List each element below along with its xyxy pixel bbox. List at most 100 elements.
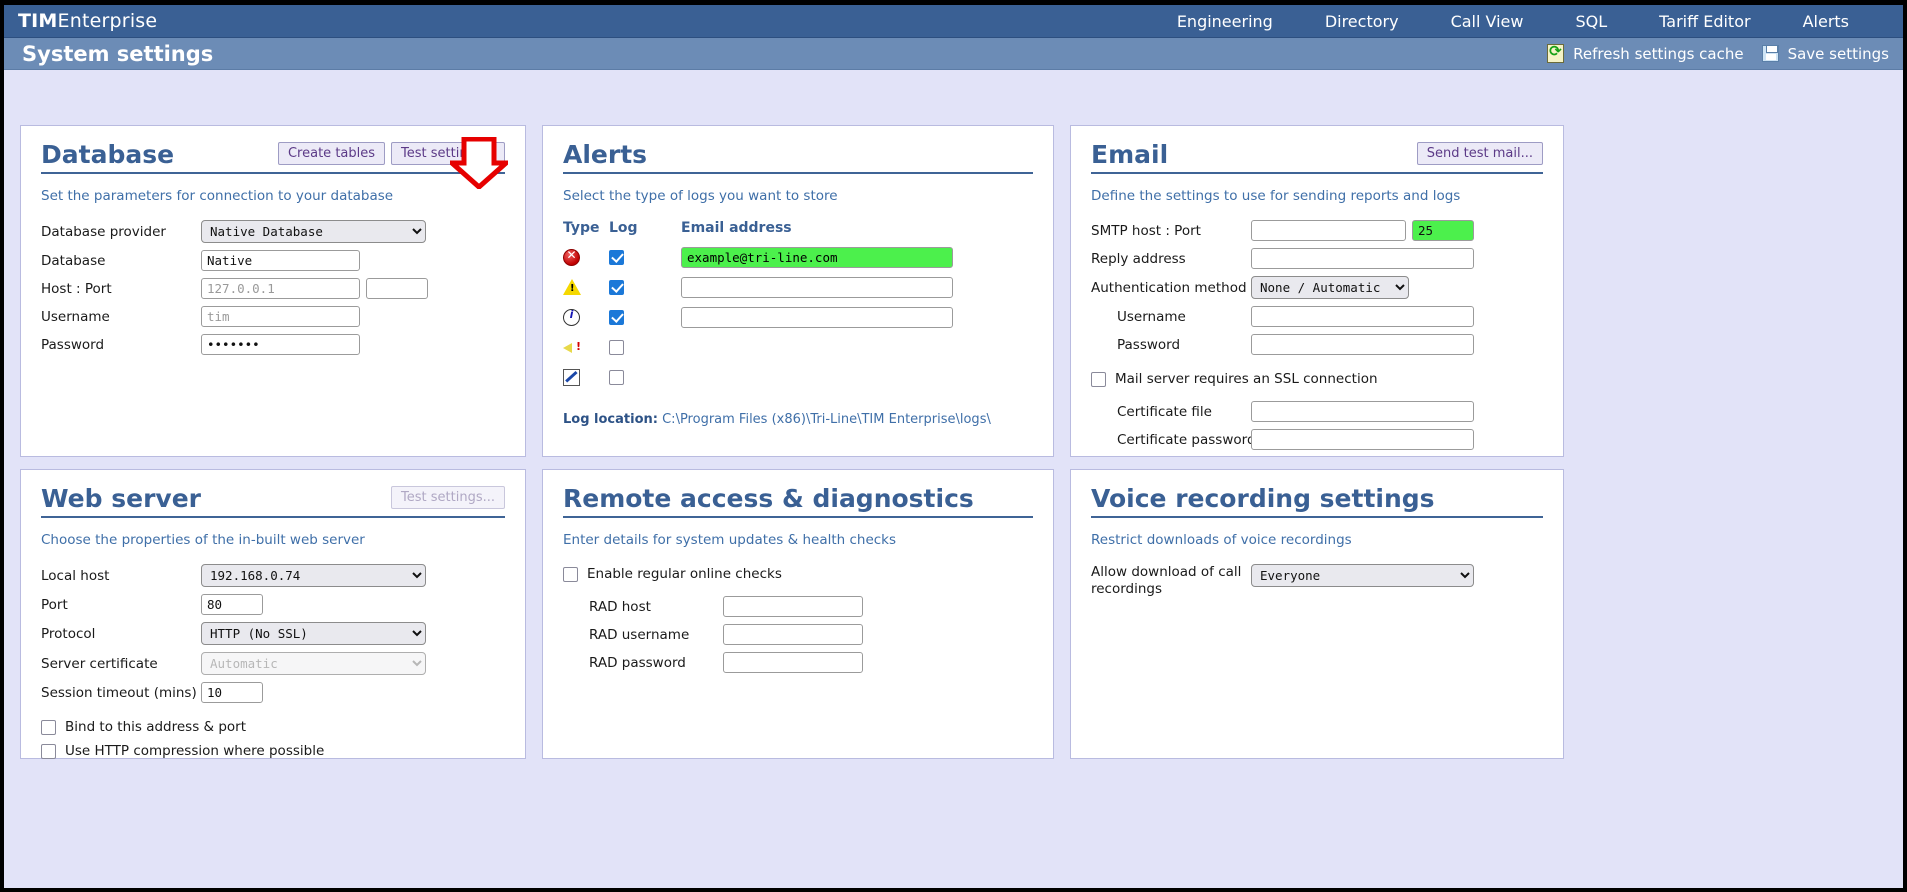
settings-column-left: Database Create tables Test settings... … [12,125,534,771]
remote-access-panel-title: Remote access & diagnostics [563,484,974,513]
database-hostport-row: Host : Port [41,278,505,300]
alerts-email-input-warning[interactable] [681,276,953,298]
database-host-input[interactable] [201,278,360,300]
certificate-file-row: Certificate file [1091,401,1543,423]
voice-recording-panel-subtitle: Restrict downloads of voice recordings [1091,532,1352,549]
database-password-input[interactable] [201,334,360,356]
web-bind-row[interactable]: Bind to this address & port [41,719,505,735]
email-username-input[interactable] [1251,306,1474,328]
remote-access-panel-subtitle: Enter details for system updates & healt… [563,532,897,549]
remote-enable-row[interactable]: Enable regular online checks [563,566,1033,582]
email-ssl-checkbox[interactable] [1091,371,1106,387]
rad-username-input[interactable] [723,624,863,646]
sound-alert-icon [563,339,581,356]
reply-address-input[interactable] [1251,248,1474,270]
database-name-input[interactable] [201,250,360,272]
remote-access-panel-header: Remote access & diagnostics [563,484,1033,519]
email-username-label: Username [1117,308,1186,325]
auth-method-select[interactable]: None / Automatic [1251,276,1409,300]
database-username-label: Username [41,308,110,325]
web-local-host-row: Local host 192.168.0.74 [41,564,505,588]
database-username-row: Username [41,306,505,328]
certificate-password-input[interactable] [1251,429,1474,451]
brand-light-text: Enterprise [57,10,158,32]
web-server-test-settings-button[interactable]: Test settings... [391,486,505,510]
certificate-file-label: Certificate file [1117,403,1212,420]
page-actions: Refresh settings cache Save settings [1547,42,1903,63]
rad-password-input[interactable] [723,652,863,674]
alerts-column-type: Type [563,220,600,237]
alerts-log-checkbox-warning[interactable] [609,279,624,295]
web-protocol-select[interactable]: HTTP (No SSL) [201,622,426,646]
app-brand: TIMEnterprise [18,10,157,32]
remote-enable-checkbox[interactable] [563,566,578,582]
alerts-log-checkbox-sound[interactable] [609,339,624,355]
send-test-mail-button[interactable]: Send test mail... [1416,142,1543,166]
database-password-row: Password [41,334,505,356]
allow-download-select[interactable]: Everyone [1251,564,1474,588]
alerts-email-input-error[interactable] [681,246,953,268]
alerts-panel-title: Alerts [563,140,648,169]
web-protocol-label: Protocol [41,625,96,642]
email-ssl-row[interactable]: Mail server requires an SSL connection [1091,371,1543,387]
nav-item-call-view[interactable]: Call View [1425,8,1550,35]
auth-method-row: Authentication method None / Automatic [1091,276,1543,300]
debug-pen-icon [563,368,580,386]
alerts-log-checkbox-error[interactable] [609,249,624,265]
rad-host-row: RAD host [563,596,1033,618]
database-port-input[interactable] [366,278,428,300]
database-panel-subtitle: Set the parameters for connection to you… [41,188,394,205]
nav-item-alerts[interactable]: Alerts [1777,8,1875,35]
nav-item-engineering[interactable]: Engineering [1151,8,1299,35]
database-panel-header: Database Create tables Test settings... [41,141,505,175]
alerts-log-checkbox-info[interactable] [609,309,624,325]
alerts-email-input-info[interactable] [681,306,953,328]
smtp-port-input[interactable] [1412,220,1474,242]
nav-item-sql[interactable]: SQL [1549,8,1633,35]
brand-bold-text: TIM [18,10,58,32]
database-provider-row: Database provider Native Database [41,220,505,244]
web-port-row: Port [41,594,505,616]
rad-host-label: RAD host [589,598,651,615]
create-tables-button[interactable]: Create tables [277,142,386,166]
web-compression-checkbox[interactable] [41,743,56,759]
web-compression-row[interactable]: Use HTTP compression where possible [41,743,505,759]
web-session-timeout-input[interactable] [201,682,263,704]
database-provider-select[interactable]: Native Database [201,220,426,244]
smtp-host-input[interactable] [1251,220,1406,242]
certificate-file-input[interactable] [1251,401,1474,423]
database-panel-buttons: Create tables Test settings... [277,142,505,168]
web-local-host-select[interactable]: 192.168.0.74 [201,564,426,588]
reply-address-row: Reply address [1091,248,1543,270]
alerts-log-checkbox-debug[interactable] [609,369,624,385]
log-location-path: C:\Program Files (x86)\Tri-Line\TIM Ente… [662,412,991,428]
smtp-host-port-label: SMTP host : Port [1091,222,1201,239]
email-password-input[interactable] [1251,334,1474,356]
allow-download-row: Allow download of call recordings Everyo… [1091,564,1543,598]
web-port-label: Port [41,596,68,613]
email-username-row: Username [1091,306,1543,328]
application-window: TIMEnterprise Engineering Directory Call… [0,0,1907,892]
save-settings-button[interactable]: Save settings [1761,45,1889,63]
database-test-settings-button[interactable]: Test settings... [391,142,505,166]
web-port-input[interactable] [201,594,263,616]
top-nav-links: Engineering Directory Call View SQL Tari… [1151,8,1903,35]
alerts-panel: Alerts Select the type of logs you want … [542,125,1054,457]
voice-recording-panel: Voice recording settings Restrict downlo… [1070,469,1564,759]
web-bind-checkbox[interactable] [41,719,56,735]
save-disk-icon [1761,45,1779,62]
refresh-settings-cache-button[interactable]: Refresh settings cache [1547,42,1744,63]
alerts-row-error [563,242,1033,272]
email-panel: Email Send test mail... Define the setti… [1070,125,1564,457]
email-password-row: Password [1091,334,1543,356]
info-icon [563,308,580,326]
email-panel-buttons: Send test mail... [1416,142,1543,168]
nav-item-tariff-editor[interactable]: Tariff Editor [1633,8,1776,35]
page-title: System settings [22,41,214,66]
nav-item-directory[interactable]: Directory [1299,8,1425,35]
database-name-row: Database [41,250,505,272]
settings-column-middle: Alerts Select the type of logs you want … [534,125,1062,771]
database-username-input[interactable] [201,306,360,328]
rad-host-input[interactable] [723,596,863,618]
web-server-certificate-select[interactable]: Automatic [201,652,426,676]
